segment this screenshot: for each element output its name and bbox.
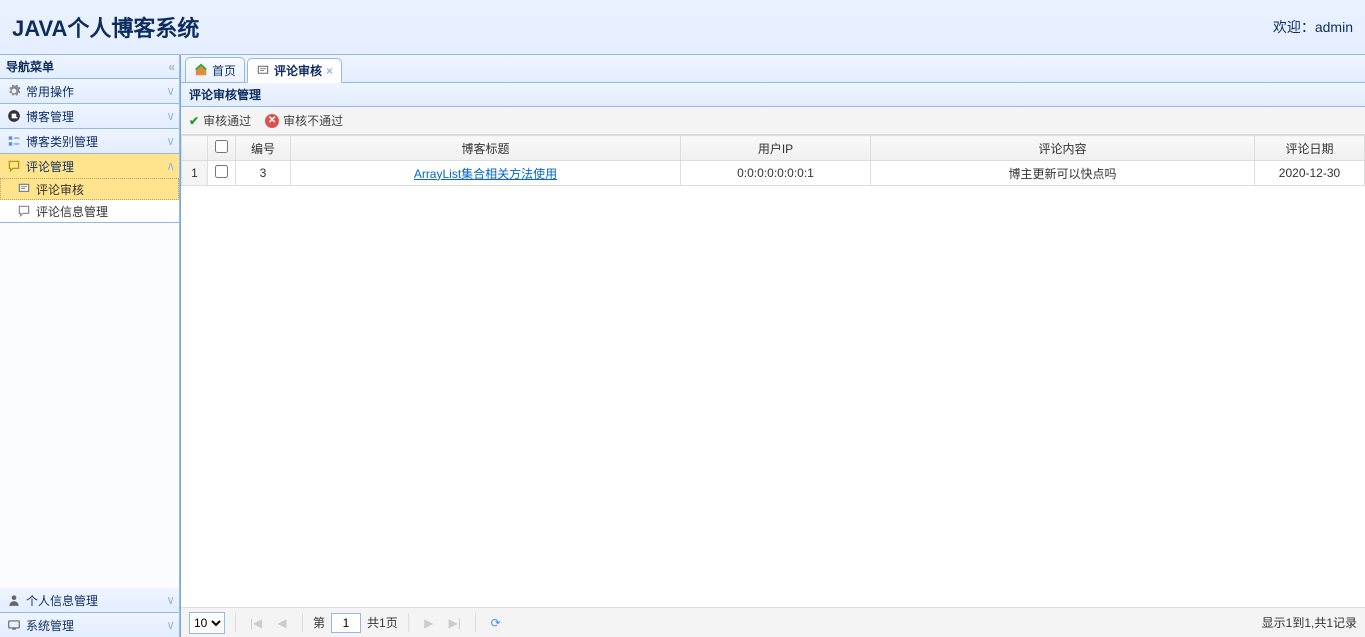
prev-page-button[interactable]: ◀ [272,613,292,633]
col-title[interactable]: 博客标题 [291,136,681,161]
header: JAVA个人博客系统 欢迎：admin [0,0,1365,55]
main-panel: 首页 评论审核 × 评论审核管理 ✔ 审核通过 ✕ 审核不通过 [180,55,1365,637]
tree-item-comment-info[interactable]: 评论信息管理 [0,200,179,222]
first-page-button[interactable]: |◀ [246,613,266,633]
blog-icon [6,108,22,124]
welcome-text: 欢迎：admin [1273,17,1353,37]
reject-button[interactable]: ✕ 审核不通过 [265,112,343,129]
data-grid: 编号 博客标题 用户IP 评论内容 评论日期 1 3 ArrayList集合相 [181,135,1365,607]
approve-button[interactable]: ✔ 审核通过 [189,112,251,129]
chevron-down-icon: ∨ [166,109,173,123]
cell-rownum: 1 [182,161,208,186]
cell-content: 博主更新可以快点吗 [871,161,1255,186]
next-page-button[interactable]: ▶ [419,613,439,633]
table-row[interactable]: 1 3 ArrayList集合相关方法使用 0:0:0:0:0:0:0:1 博主… [182,161,1365,186]
sidebar-panel-system[interactable]: 系统管理 ∨ [0,613,179,637]
cell-ip: 0:0:0:0:0:0:0:1 [681,161,871,186]
reject-icon: ✕ [265,114,279,128]
check-icon: ✔ [189,114,199,128]
page-input[interactable] [331,613,361,633]
row-checkbox[interactable] [215,165,228,178]
col-rownum [182,136,208,161]
cell-title: ArrayList集合相关方法使用 [291,161,681,186]
page-size-select[interactable]: 10 [189,612,225,634]
sidebar-panel-comment-manage[interactable]: 评论管理 ∧ [0,154,179,178]
sidebar: 导航菜单 « 常用操作 ∨ 博客管理 ∨ [0,55,180,637]
tab-close-icon[interactable]: × [326,64,333,78]
cell-date: 2020-12-30 [1255,161,1365,186]
col-ip[interactable]: 用户IP [681,136,871,161]
select-all-checkbox[interactable] [215,140,228,153]
col-checkbox [208,136,236,161]
category-icon [6,133,22,149]
col-id[interactable]: 编号 [236,136,291,161]
collapse-sidebar-icon[interactable]: « [168,60,173,74]
sidebar-title: 导航菜单 « [0,55,179,79]
panel-title: 评论审核管理 [181,83,1365,107]
sidebar-panel-common-ops[interactable]: 常用操作 ∨ [0,79,179,103]
toolbar: ✔ 审核通过 ✕ 审核不通过 [181,107,1365,135]
user-icon [6,592,22,608]
tree-item-comment-review[interactable]: 评论审核 [0,178,179,200]
gear-icon [6,83,22,99]
comment-icon [6,158,22,174]
chevron-down-icon: ∨ [166,593,173,607]
app-title: JAVA个人博客系统 [12,11,199,43]
col-date[interactable]: 评论日期 [1255,136,1365,161]
pager-info: 显示1到1,共1记录 [1262,614,1357,631]
manage-icon [16,203,32,219]
tab-comment-review[interactable]: 评论审核 × [247,58,342,83]
review-icon [16,181,32,197]
sidebar-panel-blog-category[interactable]: 博客类别管理 ∨ [0,129,179,153]
col-content[interactable]: 评论内容 [871,136,1255,161]
tabs-bar: 首页 评论审核 × [181,55,1365,83]
review-icon [256,64,270,78]
system-icon [6,617,22,633]
home-icon [194,63,208,77]
sidebar-panel-profile[interactable]: 个人信息管理 ∨ [0,588,179,612]
chevron-down-icon: ∨ [166,84,173,98]
chevron-down-icon: ∨ [166,134,173,148]
last-page-button[interactable]: ▶| [445,613,465,633]
cell-id: 3 [236,161,291,186]
sidebar-panel-blog-manage[interactable]: 博客管理 ∨ [0,104,179,128]
refresh-button[interactable]: ⟳ [486,613,506,633]
chevron-down-icon: ∨ [166,618,173,632]
tab-home[interactable]: 首页 [185,57,245,82]
pager: 10 |◀ ◀ 第 共1页 ▶ ▶| ⟳ 显示1到1,共1记录 [181,607,1365,637]
blog-title-link[interactable]: ArrayList集合相关方法使用 [414,167,557,181]
chevron-up-icon: ∧ [166,159,173,173]
